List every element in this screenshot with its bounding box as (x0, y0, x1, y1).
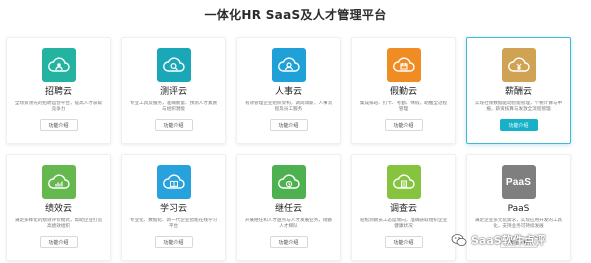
feature-intro-button[interactable]: 功能介绍 (269, 119, 308, 131)
cloud-flow-icon (271, 165, 306, 199)
card-title: PaaS (507, 204, 530, 214)
card-description: 实现社保数据驱动智能管理，个税计算与申报，薪资核算与发放全流程管理 (474, 101, 563, 113)
card-description: 全场景领先的招聘运营平台，提高人才获取竞争力 (14, 101, 103, 113)
paas-logo-icon: PaaS (501, 165, 536, 199)
card-title: 调查云 (389, 204, 417, 214)
card-description: 满足企业多元化需求，实现应用开发的工具化，支持业务可持续发展 (474, 218, 563, 230)
card-title: 绩效云 (44, 204, 72, 214)
feature-intro-button[interactable]: 功能介绍 (39, 119, 78, 131)
feature-intro-button[interactable]: 功能介绍 (384, 119, 423, 131)
product-card-recruit[interactable]: 招聘云 全场景领先的招聘运营平台，提高人才获取竞争力 功能介绍 (6, 37, 111, 144)
product-card-learning[interactable]: 学习云 专业化、数据化、新一代企业智能在线学习平台 功能介绍 (121, 154, 226, 261)
card-description: 专业化、数据化、新一代企业智能在线学习平台 (129, 218, 218, 230)
cloud-book-icon (156, 165, 191, 199)
card-description: 轻松洞察员工态度倾向，准确获取组织企业健康状况 (359, 218, 448, 230)
product-card-hr[interactable]: 人事云 有效管理企业组织架构，调岗调薪，人事流程及员工服务 功能介绍 (236, 37, 341, 144)
cloud-search-icon (156, 48, 191, 82)
card-title: 学习云 (159, 204, 187, 214)
feature-intro-button[interactable]: 功能介绍 (154, 236, 193, 248)
cloud-user-icon (271, 48, 306, 82)
paas-logo-text: PaaS (505, 176, 532, 188)
feature-intro-button[interactable]: 功能介绍 (384, 236, 423, 248)
feature-intro-button[interactable]: 功能介绍 (39, 236, 78, 248)
card-title: 人事云 (274, 87, 302, 97)
feature-intro-button[interactable]: 功能介绍 (269, 236, 308, 248)
watermark: SaaS软件点评 (451, 232, 546, 248)
card-description: 开展继任和人才盘点与人才发展业务，储备人才梯队 (244, 218, 333, 230)
page-title: 一体化HR SaaS及人才管理平台 (204, 8, 387, 22)
cloud-person-icon (41, 48, 76, 82)
product-card-performance[interactable]: 绩效云 满足多样化的绩效评价模式，帮助企业打造高绩效组织 功能介绍 (6, 154, 111, 261)
watermark-text: SaaS软件点评 (471, 234, 546, 247)
card-title: 测评云 (159, 87, 187, 97)
cloud-calendar-icon (386, 48, 421, 82)
card-title: 薪酬云 (504, 87, 532, 97)
card-description: 满足多样化的绩效评价模式，帮助企业打造高绩效组织 (14, 218, 103, 230)
card-title: 继任云 (274, 204, 302, 214)
card-description: 专业工具及服务，准确衡量、预测人才素质与组织潜能 (129, 101, 218, 113)
wechat-icon (451, 234, 467, 246)
card-title: 假勤云 (389, 87, 417, 97)
cloud-money-icon (501, 48, 536, 82)
card-title: 招聘云 (44, 87, 72, 97)
product-card-attendance[interactable]: 假勤云 集成排班、打卡、考勤、休假，助推全过程管理 功能介绍 (351, 37, 456, 144)
feature-intro-button[interactable]: 功能介绍 (499, 119, 538, 131)
cloud-survey-icon (386, 165, 421, 199)
card-description: 有效管理企业组织架构，调岗调薪，人事流程及员工服务 (244, 101, 333, 113)
product-card-assessment[interactable]: 测评云 专业工具及服务，准确衡量、预测人才素质与组织潜能 功能介绍 (121, 37, 226, 144)
cloud-chart-icon (41, 165, 76, 199)
card-description: 集成排班、打卡、考勤、休假，助推全过程管理 (359, 101, 448, 113)
product-card-succession[interactable]: 继任云 开展继任和人才盘点与人才发展业务，储备人才梯队 功能介绍 (236, 154, 341, 261)
product-card-survey[interactable]: 调查云 轻松洞察员工态度倾向，准确获取组织企业健康状况 功能介绍 (351, 154, 456, 261)
feature-intro-button[interactable]: 功能介绍 (154, 119, 193, 131)
product-grid: 招聘云 全场景领先的招聘运营平台，提高人才获取竞争力 功能介绍 测评云 专业工具… (6, 37, 571, 261)
product-card-salary[interactable]: 薪酬云 实现社保数据驱动智能管理，个税计算与申报，薪资核算与发放全流程管理 功能… (466, 37, 571, 144)
